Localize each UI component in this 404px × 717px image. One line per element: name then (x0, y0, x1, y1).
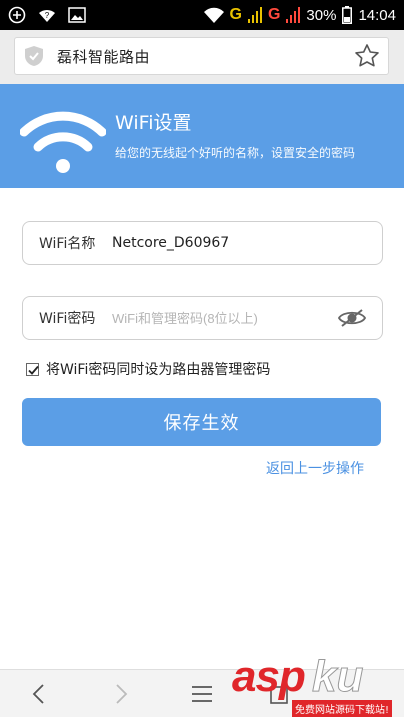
toggle-visibility-icon[interactable] (337, 308, 367, 328)
banner-title: WiFi设置 (115, 112, 192, 134)
wifi-name-label: WiFi名称 (39, 236, 96, 252)
watermark-tagline: 免费网站源码下载站! (292, 700, 393, 717)
menu-icon[interactable] (190, 682, 214, 706)
wifi-password-input[interactable] (112, 310, 334, 326)
sync-password-label: 将WiFi密码同时设为路由器管理密码 (46, 362, 271, 378)
signal-bars-2-icon (286, 7, 301, 23)
watermark-brand-b: ku (311, 652, 364, 702)
wifi-name-field[interactable]: WiFi名称 Netcore_D60967 (22, 221, 383, 265)
sync-password-checkbox[interactable] (26, 362, 39, 376)
wifi-name-value[interactable]: Netcore_D60967 (112, 235, 229, 251)
shield-icon (23, 45, 45, 67)
wifi-logo-icon (20, 111, 106, 173)
browser-toolbar: 磊科智能路由 (0, 30, 404, 84)
wifi-password-label: WiFi密码 (39, 311, 96, 327)
wifi-password-field: WiFi密码 (22, 296, 383, 340)
page-title: 磊科智能路由 (57, 47, 151, 66)
back-icon[interactable] (28, 682, 52, 706)
battery-percent: 30% (306, 6, 337, 24)
wifi-signal-icon (203, 7, 224, 23)
add-circle-icon (8, 6, 26, 24)
clock: 14:04 (358, 6, 396, 24)
bookmark-star-icon[interactable] (354, 43, 380, 69)
header-banner: WiFi设置 给您的无线起个好听的名称，设置安全的密码 (0, 84, 404, 188)
battery-icon (342, 6, 353, 24)
watermark-brand-a: asp (232, 652, 306, 701)
network-type-2: G (267, 6, 281, 23)
banner-subtitle: 给您的无线起个好听的名称，设置安全的密码 (115, 146, 356, 160)
status-bar: ? G G 30% 14:04 (0, 0, 404, 30)
forward-icon[interactable] (108, 682, 132, 706)
signal-bars-icon (247, 7, 262, 23)
image-icon (68, 7, 86, 23)
address-bar[interactable]: 磊科智能路由 (14, 37, 389, 75)
network-type-1: G (229, 6, 242, 23)
watermark-logo: asp ku 免费网站源码下载站! (232, 652, 404, 717)
sync-password-option[interactable]: 将WiFi密码同时设为路由器管理密码 (26, 359, 270, 379)
wifi-question-icon: ? (38, 6, 56, 24)
back-link[interactable]: 返回上一步操作 (266, 458, 364, 478)
svg-text:?: ? (45, 11, 50, 20)
save-button[interactable]: 保存生效 (22, 398, 381, 446)
